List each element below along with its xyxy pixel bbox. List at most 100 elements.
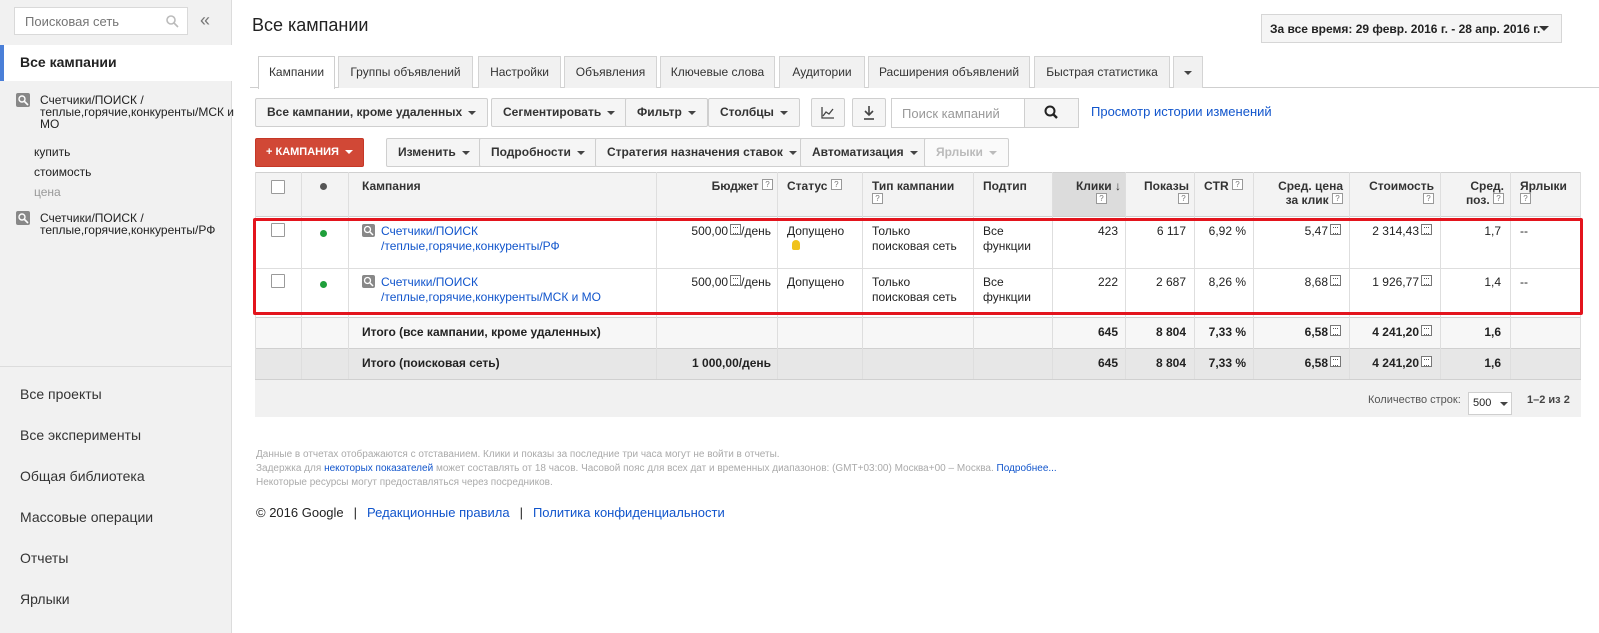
sidebar-nav-shared-library[interactable]: Общая библиотека xyxy=(20,468,145,484)
more-tabs-button[interactable] xyxy=(1173,56,1203,88)
clicks-cell: 423 xyxy=(1097,224,1118,238)
column-header-cost[interactable]: Стоимость? xyxy=(1350,179,1434,207)
help-icon[interactable]: ? xyxy=(1493,193,1504,204)
column-header-campaign[interactable]: Кампания xyxy=(362,179,421,193)
download-button[interactable] xyxy=(852,98,886,127)
help-icon[interactable]: ? xyxy=(1178,193,1189,204)
calculator-icon[interactable] xyxy=(1421,325,1432,336)
edit-budget-icon[interactable] xyxy=(730,224,742,235)
sidebar-ad-group-item[interactable]: цена xyxy=(34,185,61,199)
sidebar-campaign-label: Счетчики/ПОИСК /теплые,горячие,конкурент… xyxy=(40,211,216,237)
help-icon[interactable]: ? xyxy=(1332,193,1343,204)
column-header-status[interactable]: Статус ? xyxy=(787,179,842,193)
chevron-down-icon xyxy=(607,110,616,115)
privacy-policy-link[interactable]: Политика конфиденциальности xyxy=(533,505,725,520)
help-icon[interactable]: ? xyxy=(830,179,842,190)
help-icon[interactable]: ? xyxy=(1096,193,1107,204)
column-header-ctr[interactable]: CTR ? xyxy=(1204,179,1244,193)
campaign-name-link[interactable]: Счетчики/ПОИСК/теплые,горячие,конкуренты… xyxy=(381,224,560,254)
sidebar-nav-bulk-operations[interactable]: Массовые операции xyxy=(20,509,153,525)
add-campaign-button[interactable]: + КАМПАНИЯ xyxy=(255,138,364,167)
sidebar-ad-group-item[interactable]: стоимость xyxy=(34,165,91,179)
calculator-icon[interactable] xyxy=(1421,224,1432,235)
sidebar-nav-all-experiments[interactable]: Все эксперименты xyxy=(20,427,141,443)
help-icon[interactable]: ? xyxy=(1232,179,1244,190)
campaign-name-line: Счетчики/ПОИСК xyxy=(381,275,479,289)
change-history-link[interactable]: Просмотр истории изменений xyxy=(1091,104,1272,119)
view-filter-dropdown[interactable]: Все кампании, кроме удаленных xyxy=(255,98,489,127)
column-divider xyxy=(973,172,974,379)
column-divider xyxy=(777,172,778,379)
labels-label: Ярлыки xyxy=(936,145,983,159)
column-header-campaign-type[interactable]: Тип кампании? xyxy=(872,179,954,207)
edit-dropdown[interactable]: Изменить xyxy=(386,138,482,167)
chart-toggle-button[interactable] xyxy=(811,98,845,127)
sidebar-item-all-campaigns[interactable]: Все кампании xyxy=(0,45,232,81)
sidebar-nav-reports[interactable]: Отчеты xyxy=(20,550,68,566)
tab-keywords[interactable]: Ключевые слова xyxy=(660,56,775,88)
budget-cell[interactable]: 500,00/день xyxy=(657,275,771,289)
sidebar-nav-all-projects[interactable]: Все проекты xyxy=(20,386,102,402)
column-header-avg-cpc[interactable]: Сред. цена за клик ? xyxy=(1254,179,1343,207)
calculator-icon[interactable] xyxy=(1421,356,1432,367)
column-header-avg-position[interactable]: Сред. поз. ? xyxy=(1441,179,1504,207)
labels-dropdown[interactable]: Ярлыки xyxy=(924,138,1009,167)
sidebar-search-field[interactable] xyxy=(14,7,188,35)
segment-dropdown[interactable]: Сегментировать xyxy=(491,98,628,127)
subtype-cell: Все функции xyxy=(983,275,1031,305)
campaign-search-button[interactable] xyxy=(1024,98,1079,128)
row-checkbox[interactable] xyxy=(271,223,285,237)
tab-ad-groups[interactable]: Группы объявлений xyxy=(338,56,473,88)
lightbulb-icon[interactable] xyxy=(792,240,800,250)
tab-quick-stats[interactable]: Быстрая статистика xyxy=(1034,56,1170,88)
search-icon xyxy=(1044,105,1058,119)
column-header-budget[interactable]: Бюджет ? xyxy=(657,179,773,193)
campaign-name-link[interactable]: Счетчики/ПОИСК/теплые,горячие,конкуренты… xyxy=(381,275,601,305)
chevron-down-icon xyxy=(1184,70,1192,75)
column-header-impressions[interactable]: Показы? xyxy=(1126,179,1189,207)
rows-per-page-label: Количество строк: xyxy=(1368,394,1461,406)
budget-cell[interactable]: 500,00/день xyxy=(657,224,771,238)
calculator-icon[interactable] xyxy=(1330,275,1341,286)
filter-dropdown[interactable]: Фильтр xyxy=(625,98,708,127)
sidebar-nav-labels[interactable]: Ярлыки xyxy=(20,591,70,607)
tab-settings[interactable]: Настройки xyxy=(478,56,561,88)
details-dropdown[interactable]: Подробности xyxy=(479,138,597,167)
row-checkbox[interactable] xyxy=(271,274,285,288)
help-icon[interactable]: ? xyxy=(872,193,883,204)
footer-separator: | xyxy=(353,505,358,520)
ctr-cell: 6,92 % xyxy=(1208,224,1246,238)
help-icon[interactable]: ? xyxy=(1520,193,1531,204)
column-header-subtype[interactable]: Подтип xyxy=(983,179,1027,193)
learn-more-link[interactable]: Подробнее... xyxy=(997,463,1057,474)
add-campaign-label: + КАМПАНИЯ xyxy=(266,146,339,158)
campaign-type-value: поисковая сеть xyxy=(872,290,957,304)
column-header-labels[interactable]: Ярлыки? xyxy=(1520,179,1567,207)
edit-budget-icon[interactable] xyxy=(730,275,742,286)
search-icon[interactable] xyxy=(165,14,179,28)
calculator-icon[interactable] xyxy=(1330,224,1341,235)
calculator-icon[interactable] xyxy=(1421,275,1432,286)
columns-dropdown[interactable]: Столбцы xyxy=(708,98,800,127)
sidebar-search-input[interactable] xyxy=(15,8,155,34)
automation-dropdown[interactable]: Автоматизация xyxy=(800,138,930,167)
rows-per-page-select[interactable]: 500 xyxy=(1468,392,1512,415)
tab-campaigns[interactable]: Кампании xyxy=(258,56,335,89)
date-range-selector[interactable]: За все время: 29 февр. 2016 г. - 28 апр.… xyxy=(1261,14,1562,43)
bid-strategy-dropdown[interactable]: Стратегия назначения ставок xyxy=(595,138,809,167)
help-icon[interactable]: ? xyxy=(1423,193,1434,204)
enabled-status-dot-icon xyxy=(320,230,327,237)
tab-audiences[interactable]: Аудитории xyxy=(779,56,865,88)
tab-ad-extensions[interactable]: Расширения объявлений xyxy=(868,56,1030,88)
select-all-checkbox[interactable] xyxy=(271,180,285,194)
editorial-policy-link[interactable]: Редакционные правила xyxy=(367,505,510,520)
column-header-clicks[interactable]: Клики ↓? xyxy=(1053,179,1121,207)
calculator-icon[interactable] xyxy=(1330,325,1341,336)
some-metrics-link[interactable]: некоторых показателей xyxy=(324,463,433,474)
collapse-sidebar-button[interactable]: « xyxy=(200,10,210,31)
calculator-icon[interactable] xyxy=(1330,356,1341,367)
impressions-cell: 2 687 xyxy=(1155,275,1186,289)
tab-ads[interactable]: Объявления xyxy=(564,56,657,88)
help-icon[interactable]: ? xyxy=(762,179,773,190)
sidebar-ad-group-item[interactable]: купить xyxy=(34,145,70,159)
